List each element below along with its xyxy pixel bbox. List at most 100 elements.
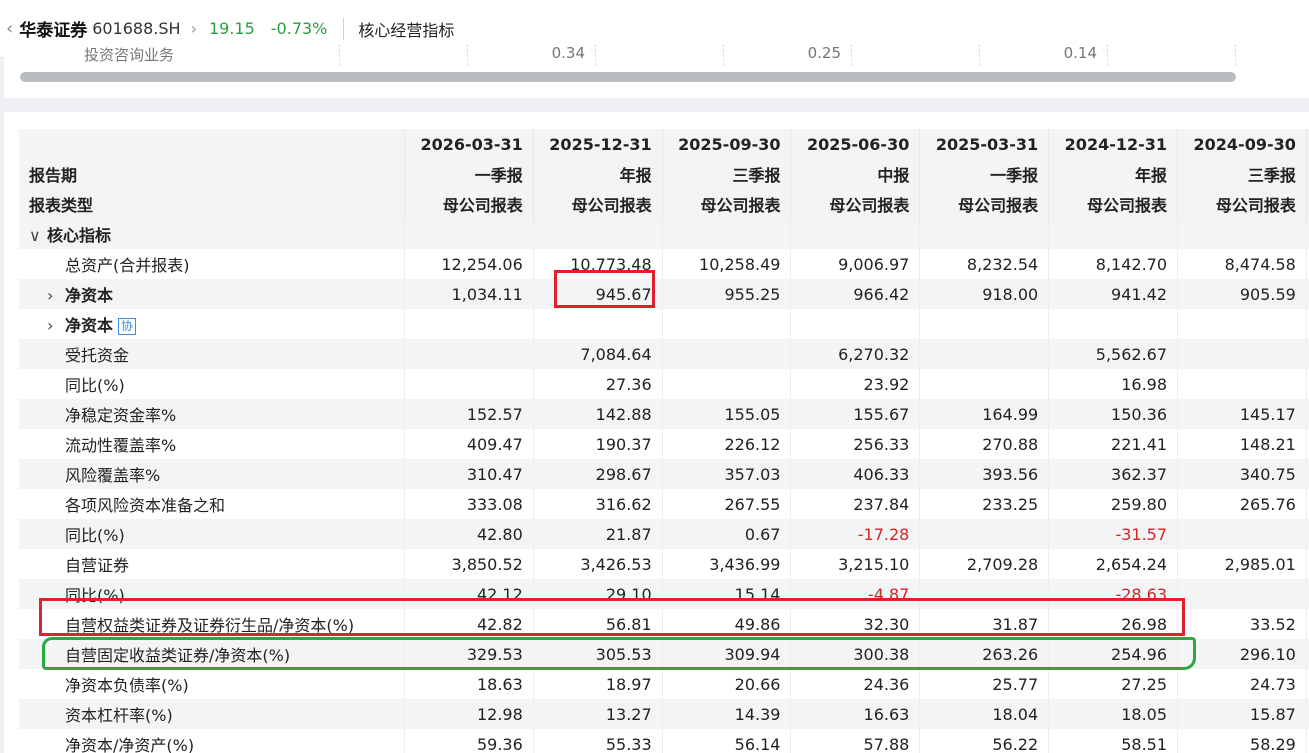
chevron-down-icon[interactable]: ∨ xyxy=(29,226,47,245)
table-cell: 18.05 xyxy=(1048,699,1179,729)
table-cell: 945.67 xyxy=(533,279,663,309)
table-cell: 237.84 xyxy=(790,489,921,519)
table-row: 流动性覆盖率% 409.47 190.37 226.12 256.33 270.88 221… xyxy=(19,429,1309,459)
table-cell: 16.98 xyxy=(1048,369,1179,399)
chevron-right-icon[interactable]: › xyxy=(47,316,65,335)
table-cell xyxy=(662,339,792,369)
table-cell: 27.25 xyxy=(1048,669,1179,699)
table-cell: 12.98 xyxy=(404,699,534,729)
row-label-text: 自营证券 xyxy=(65,556,130,575)
table-cell: 259.80 xyxy=(1048,489,1179,519)
table-cell: -31.57 xyxy=(1048,519,1179,549)
table-cell xyxy=(919,309,1050,339)
table-cell xyxy=(533,219,663,249)
back-chevron-icon[interactable]: ‹ xyxy=(6,18,13,39)
row-label-text: 受托资金 xyxy=(65,346,130,365)
table-cell: 265.76 xyxy=(1177,489,1307,519)
previous-table-card: 投资咨询业务 0.34 0.25 0.14 xyxy=(4,40,1309,98)
row-label-text: 净资本负债率(%) xyxy=(65,676,189,695)
table-row: ∨ 核心指标 xyxy=(19,219,1309,249)
table-cell xyxy=(919,579,1050,609)
table-cell xyxy=(662,369,792,399)
table-cell: 966.42 xyxy=(790,279,921,309)
column-header: 母公司报表 xyxy=(1048,189,1179,219)
table-cell: -4.87 xyxy=(790,579,921,609)
table-cell: 3,426.53 xyxy=(533,549,663,579)
table-cell: 267.55 xyxy=(662,489,792,519)
previous-row-value: 0.14 xyxy=(980,44,1108,66)
table-cell: 56.81 xyxy=(533,609,663,639)
table-cell: 152.57 xyxy=(404,399,534,429)
section-header[interactable]: ∨ 核心指标 xyxy=(19,219,405,249)
row-label-text: 净资本 xyxy=(65,286,114,305)
stock-name[interactable]: 华泰证券 xyxy=(19,16,87,41)
row-label: 净资本/净资产(%) xyxy=(19,729,405,753)
table-cell: 1,034.11 xyxy=(404,279,534,309)
table-cell: 393.56 xyxy=(919,459,1050,489)
table-cell: 263.26 xyxy=(919,639,1050,669)
table-cell: 23.92 xyxy=(790,369,921,399)
table-cell: 309.94 xyxy=(662,639,792,669)
column-header: 年报 xyxy=(533,159,663,189)
column-header: 中报 xyxy=(790,159,921,189)
column-header[interactable]: 2025-09-30 xyxy=(662,129,792,159)
table-cell: 3,436.99 xyxy=(662,549,792,579)
table-cell: 42.82 xyxy=(404,609,534,639)
table-cell xyxy=(662,219,792,249)
table-cell: 918.00 xyxy=(919,279,1050,309)
column-header[interactable]: 2024-09-30 xyxy=(1177,129,1307,159)
table-row: 受托资金 7,084.64 6,270.32 5,562.67 xyxy=(19,339,1309,369)
association-badge[interactable]: 协 xyxy=(118,318,137,335)
column-header[interactable]: 2025-03-31 xyxy=(919,129,1050,159)
horizontal-scrollbar[interactable] xyxy=(20,72,1236,82)
column-header[interactable]: 2025-12-31 xyxy=(533,129,663,159)
row-label: 同比(%) xyxy=(19,519,405,549)
expandable-row-label[interactable]: › 净资本协 xyxy=(19,309,405,339)
table-row: › 净资本 1,034.11 945.67 955.25 966.42 918.00 941.… xyxy=(19,279,1309,309)
row-label-text: 各项风险资本准备之和 xyxy=(65,496,226,515)
row-label-text: 核心指标 xyxy=(47,226,112,245)
table-header-row: 报告期 一季报 年报 三季报 中报 一季报 年报 三季报 xyxy=(19,159,1309,189)
row-label: 同比(%) xyxy=(19,369,405,399)
chevron-right-icon[interactable]: › xyxy=(47,286,65,305)
expandable-row-label[interactable]: › 净资本 xyxy=(19,279,405,309)
header-label: 报表类型 xyxy=(19,189,405,219)
column-header: 母公司报表 xyxy=(1177,189,1307,219)
table-cell: 270.88 xyxy=(919,429,1050,459)
table-cell: 56.14 xyxy=(662,729,792,753)
table-cell xyxy=(404,309,534,339)
table-cell: 221.41 xyxy=(1048,429,1179,459)
column-header: 年报 xyxy=(1048,159,1179,189)
table-cell: 362.37 xyxy=(1048,459,1179,489)
row-label-text: 同比(%) xyxy=(65,586,125,605)
row-label-text: 同比(%) xyxy=(65,526,125,545)
table-cell: 58.29 xyxy=(1177,729,1307,753)
table-cell: 256.33 xyxy=(790,429,921,459)
row-label-text: 自营固定收益类证券/净资本(%) xyxy=(65,646,291,665)
row-label: 流动性覆盖率% xyxy=(19,429,405,459)
column-header[interactable]: 2024-12-31 xyxy=(1048,129,1179,159)
column-header[interactable]: 2025-06-30 xyxy=(790,129,921,159)
table-cell xyxy=(1177,339,1307,369)
row-label: 同比(%) xyxy=(19,579,405,609)
table-cell xyxy=(404,339,534,369)
table-cell xyxy=(919,339,1050,369)
table-cell: 49.86 xyxy=(662,609,792,639)
table-cell xyxy=(404,219,534,249)
chevron-right-icon[interactable]: › xyxy=(191,19,197,38)
table-cell xyxy=(662,309,792,339)
table-cell: 25.77 xyxy=(919,669,1050,699)
table-cell xyxy=(1048,309,1179,339)
stock-change: -0.73% xyxy=(270,19,328,38)
table-cell: 42.12 xyxy=(404,579,534,609)
row-label: 净资本负债率(%) xyxy=(19,669,405,699)
column-header[interactable]: 2026-03-31 xyxy=(404,129,534,159)
previous-row-value: 0.34 xyxy=(468,44,596,66)
column-header: 母公司报表 xyxy=(662,189,792,219)
table-cell: 145.17 xyxy=(1177,399,1307,429)
table-cell: 57.88 xyxy=(790,729,921,753)
row-label-text: 风险覆盖率% xyxy=(65,466,161,485)
table-cell: 42.80 xyxy=(404,519,534,549)
table-cell: 233.25 xyxy=(919,489,1050,519)
table-cell: 32.30 xyxy=(790,609,921,639)
